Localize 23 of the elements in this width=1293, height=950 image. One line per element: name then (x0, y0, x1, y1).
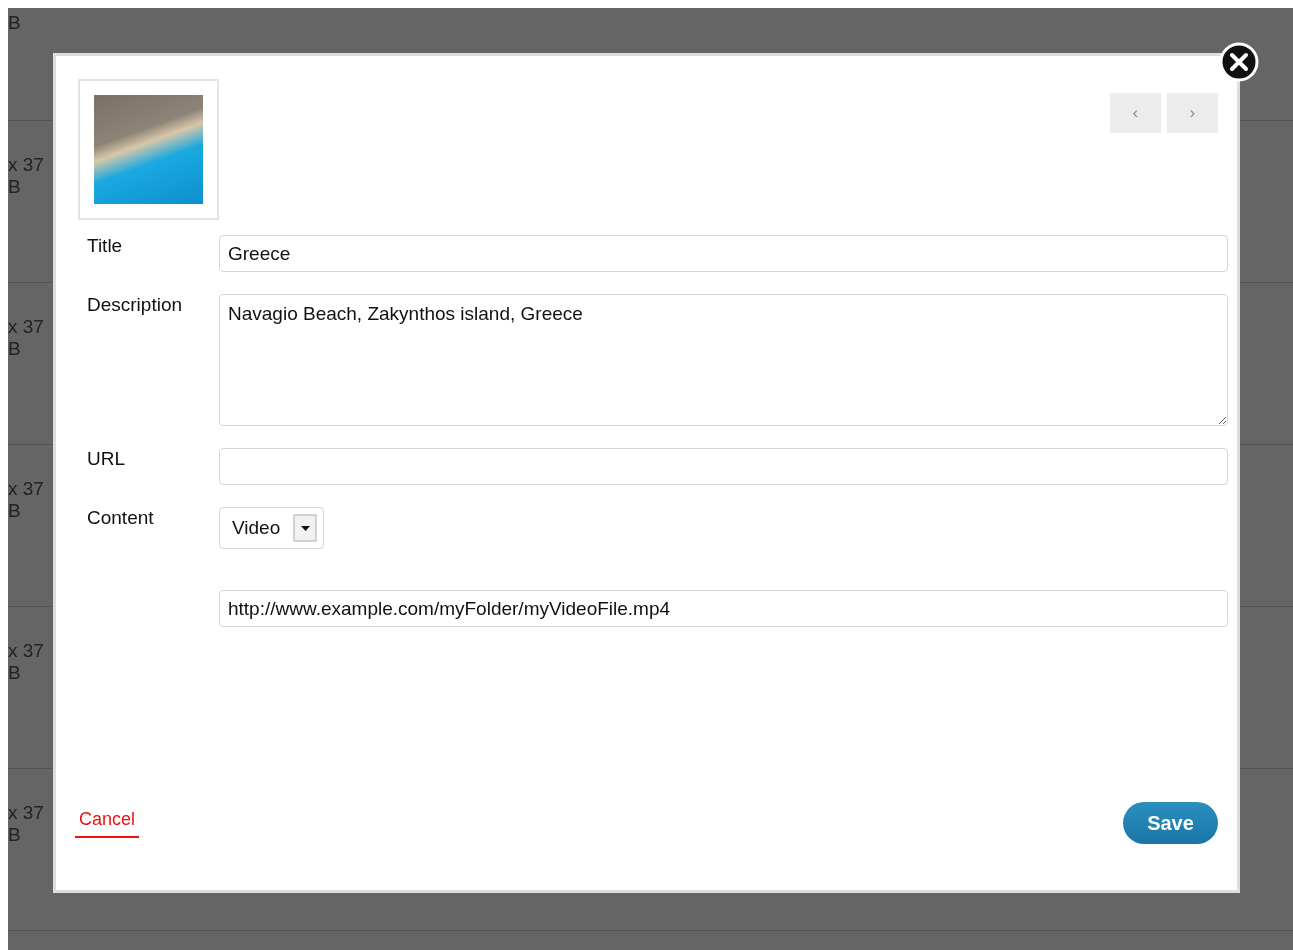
background-text: x 37 (8, 802, 44, 824)
field-label: Content (86, 507, 155, 529)
field-label: Description (86, 294, 184, 316)
background-text: x 37 (8, 316, 44, 338)
content-select[interactable]: Video (219, 507, 324, 549)
close-icon[interactable] (1219, 42, 1259, 82)
cancel-link[interactable]: Cancel (75, 808, 140, 838)
field-label: Title (86, 235, 124, 257)
save-button[interactable]: Save (1123, 802, 1218, 844)
background-text: x 37 (8, 478, 44, 500)
background-text: B (8, 176, 21, 198)
background-text: x 37 (8, 154, 44, 176)
background-text: B (8, 824, 21, 846)
description-field[interactable]: Navagio Beach, Zakynthos island, Greece (219, 294, 1228, 426)
background-text: B (8, 662, 21, 684)
background-text: x 37 (8, 640, 44, 662)
field-label: URL (86, 448, 126, 470)
caret-icon (293, 512, 319, 544)
background-text: B (8, 500, 21, 522)
text-field[interactable]: http://www.example.com/myFolder/myVideoFile.mp4 (219, 590, 1228, 627)
background-text: B (8, 12, 21, 34)
text-field[interactable]: Greece (219, 235, 1228, 272)
background-text: B (8, 338, 21, 360)
